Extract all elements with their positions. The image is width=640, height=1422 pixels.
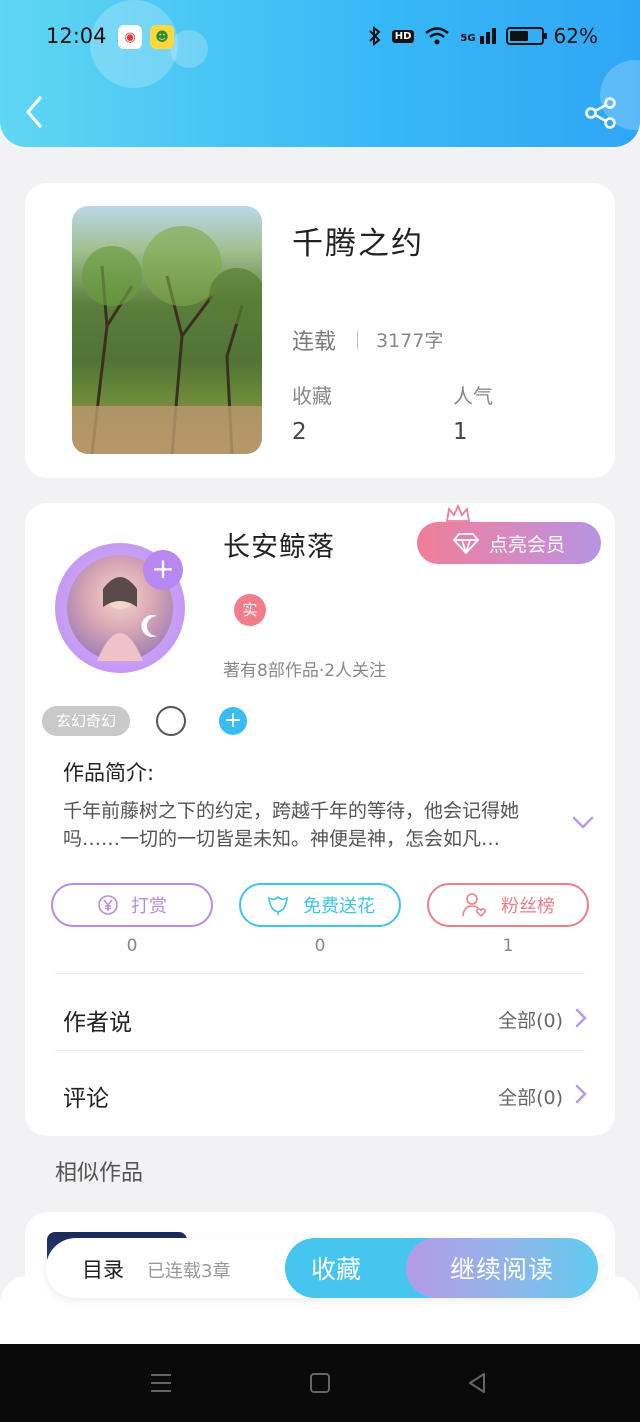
- toc-button[interactable]: 目录: [82, 1254, 124, 1284]
- comments-title: 评论: [63, 1086, 109, 1112]
- diamond-icon: [452, 533, 479, 554]
- status-indicators: HD 5G 62%: [368, 24, 598, 48]
- add-tag-button[interactable]: +: [219, 707, 247, 735]
- weibo-icon: ◉: [118, 25, 142, 49]
- decor-bubble: [170, 30, 208, 68]
- divider: [357, 331, 358, 349]
- book-word-count: 3177字: [376, 330, 444, 352]
- author-says-title: 作者说: [63, 1010, 132, 1036]
- flower-icon: [268, 895, 288, 915]
- verified-badge: 实: [234, 594, 266, 626]
- status-notification-icons: ◉ ☻: [118, 25, 174, 49]
- bluetooth-icon: [368, 26, 381, 46]
- send-flower-label: 免费送花: [303, 896, 375, 917]
- signal-type: 5G: [460, 33, 476, 44]
- chevron-right-icon[interactable]: [574, 1007, 588, 1029]
- back-button[interactable]: [20, 94, 52, 130]
- fan-count: 1: [502, 936, 514, 956]
- book-info-card: 千腾之约 连载 3177字 收藏 2 人气 1: [25, 183, 615, 478]
- comments-all-link[interactable]: 全部(0): [498, 1083, 563, 1110]
- chat-app-icon: ☻: [150, 25, 174, 49]
- home-icon[interactable]: [307, 1370, 333, 1396]
- author-says-all-link[interactable]: 全部(0): [498, 1006, 563, 1033]
- chapter-count: 已连载3章: [147, 1261, 231, 1282]
- share-button[interactable]: [584, 96, 618, 130]
- yen-icon: [98, 895, 118, 915]
- author-meta: 著有8部作品·2人关注: [223, 661, 387, 681]
- header: 12:04 ◉ ☻ HD 5G 62%: [0, 0, 640, 147]
- vip-button[interactable]: 点亮会员: [417, 522, 601, 564]
- favorites-label: 收藏: [292, 384, 332, 408]
- author-name: 长安鲸落: [223, 532, 335, 563]
- chevron-right-icon[interactable]: [574, 1083, 588, 1105]
- empty-tag-circle[interactable]: [156, 706, 186, 736]
- popularity-value: 1: [453, 419, 468, 445]
- favorite-label: 收藏: [311, 1255, 362, 1284]
- popularity-label: 人气: [453, 384, 493, 408]
- back-nav-icon[interactable]: [464, 1370, 490, 1396]
- divider: [55, 973, 585, 974]
- reward-button[interactable]: 打赏: [51, 883, 213, 927]
- wifi-icon: [425, 27, 450, 45]
- battery-icon: [505, 27, 547, 45]
- continue-reading-button[interactable]: 继续阅读: [406, 1238, 598, 1298]
- book-status: 连载: [292, 330, 337, 355]
- follow-author-button[interactable]: +: [143, 550, 183, 590]
- intro-title: 作品简介:: [63, 761, 155, 785]
- fan-ranking-button[interactable]: 粉丝榜: [427, 883, 589, 927]
- flower-count: 0: [314, 936, 326, 956]
- divider: [55, 1050, 585, 1051]
- bottom-action-bar: 目录 已连载3章 收藏 继续阅读: [46, 1238, 598, 1298]
- favorites-value: 2: [292, 419, 307, 445]
- system-navigation-bar: [0, 1344, 640, 1422]
- book-cover-image[interactable]: [72, 206, 262, 454]
- battery-percent: 62%: [553, 24, 598, 48]
- reward-count: 0: [126, 936, 138, 956]
- intro-text: 千年前藤树之下的约定，跨越千年的等待，他会记得她吗……一切的一切皆是未知。神便是…: [63, 800, 520, 850]
- battery-fill: [509, 31, 529, 41]
- continue-reading-label: 继续阅读: [449, 1255, 554, 1284]
- hd-badge: HD: [391, 29, 415, 43]
- menu-icon[interactable]: [148, 1370, 174, 1396]
- cell-signal-icon: 5G: [460, 28, 496, 44]
- author-card: + 长安鲸落 点亮会员 实 著有8部作品·2人关注 玄幻奇幻 + 作品简介: 千…: [25, 503, 615, 1136]
- genre-tag[interactable]: 玄幻奇幻: [42, 706, 131, 736]
- send-flower-button[interactable]: 免费送花: [239, 883, 401, 927]
- fan-ranking-label: 粉丝榜: [501, 896, 555, 917]
- book-title: 千腾之约: [292, 226, 424, 262]
- cover-trees-illustration: [72, 226, 262, 454]
- status-time: 12:04: [46, 24, 107, 48]
- vip-label: 点亮会员: [488, 533, 565, 556]
- moon-icon: [141, 615, 157, 637]
- reward-label: 打赏: [131, 896, 167, 917]
- similar-works-title: 相似作品: [55, 1161, 144, 1186]
- fans-icon: [462, 893, 486, 918]
- expand-chevron-icon[interactable]: [571, 815, 595, 831]
